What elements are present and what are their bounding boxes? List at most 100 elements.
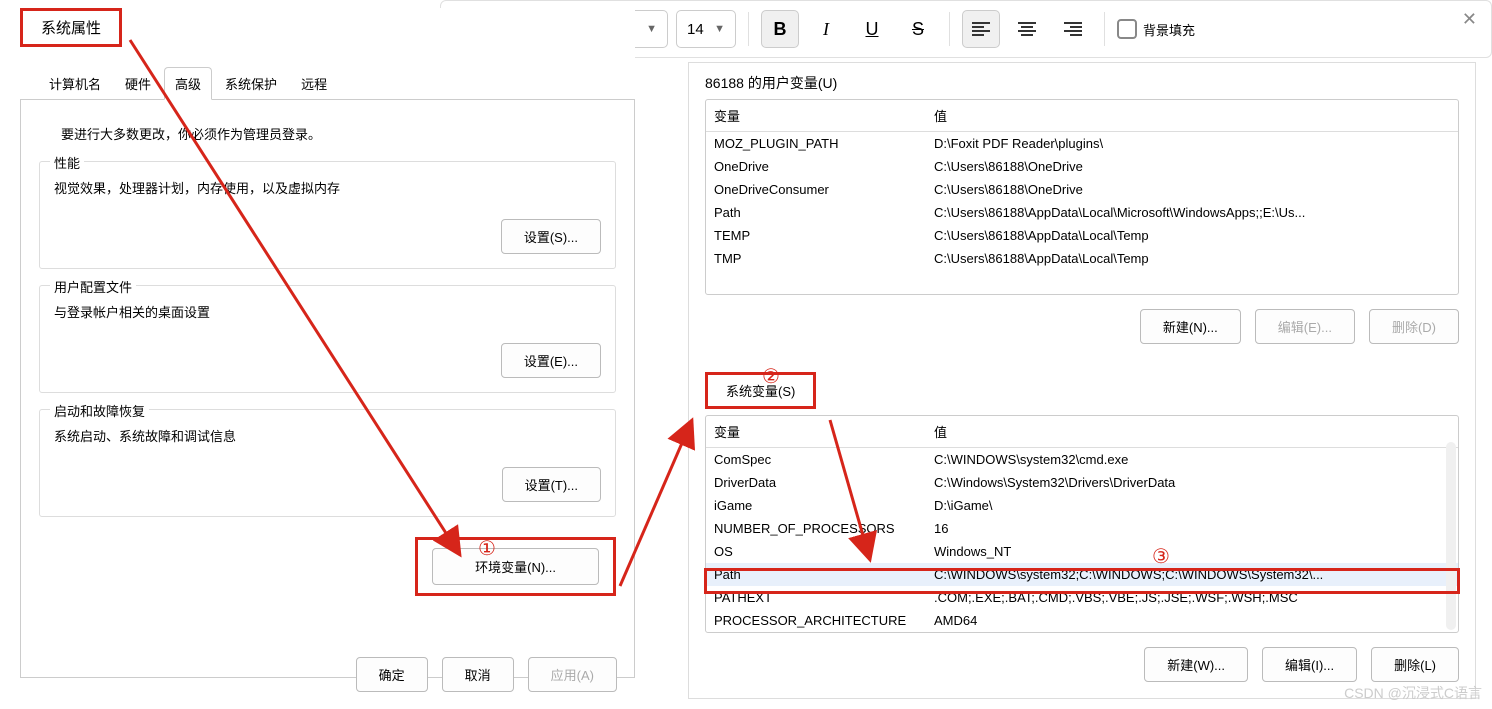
var-value: .COM;.EXE;.BAT;.CMD;.VBS;.VBE;.JS;.JSE;.… <box>934 590 1450 605</box>
var-value: D:\iGame\ <box>934 498 1450 513</box>
var-name: Path <box>714 205 934 220</box>
list-row[interactable]: TEMPC:\Users\86188\AppData\Local\Temp <box>706 224 1458 247</box>
underline-button[interactable]: U <box>853 10 891 48</box>
var-value: 16 <box>934 521 1450 536</box>
align-center-button[interactable] <box>1008 10 1046 48</box>
var-value: D:\Foxit PDF Reader\plugins\ <box>934 136 1450 151</box>
performance-desc: 视觉效果，处理器计划，内存使用，以及虚拟内存 <box>54 178 601 197</box>
env-var-highlight: 环境变量(N)... <box>415 537 616 596</box>
header-value: 值 <box>934 422 1450 441</box>
var-name: ComSpec <box>714 452 934 467</box>
list-header: 变量 值 <box>706 416 1458 448</box>
performance-settings-button[interactable]: 设置(S)... <box>501 219 601 254</box>
dialog-title: 系统属性 <box>20 8 122 47</box>
var-value: AMD64 <box>934 613 1450 628</box>
chevron-down-icon: ▼ <box>714 23 725 35</box>
var-value: Windows_NT <box>934 544 1450 559</box>
strikethrough-button[interactable]: S <box>899 10 937 48</box>
var-name: DriverData <box>714 475 934 490</box>
list-row[interactable]: TMPC:\Users\86188\AppData\Local\Temp <box>706 247 1458 270</box>
system-variables-highlight: 系统变量(S) <box>705 372 816 409</box>
var-name: TMP <box>714 251 934 266</box>
var-value: C:\WINDOWS\system32;C:\WINDOWS;C:\WINDOW… <box>934 567 1450 582</box>
divider <box>949 12 950 46</box>
system-variables-label: 系统变量(S) <box>726 384 795 399</box>
close-icon[interactable]: ✕ <box>1462 9 1477 30</box>
sys-delete-button[interactable]: 删除(L) <box>1371 647 1459 682</box>
list-row[interactable]: NUMBER_OF_PROCESSORS16 <box>706 517 1458 540</box>
apply-button[interactable]: 应用(A) <box>528 657 617 692</box>
var-name: OneDrive <box>714 159 934 174</box>
startup-recovery-group: 启动和故障恢复 系统启动、系统故障和调试信息 设置(T)... <box>39 409 616 517</box>
user-variables-label: 86188 的用户变量(U) <box>705 73 1459 93</box>
tab-system-protection[interactable]: 系统保护 <box>214 67 288 100</box>
list-row[interactable]: OSWindows_NT <box>706 540 1458 563</box>
header-value: 值 <box>934 106 1450 125</box>
startup-recovery-title: 启动和故障恢复 <box>50 401 149 420</box>
var-value: C:\Users\86188\OneDrive <box>934 159 1450 174</box>
user-new-button[interactable]: 新建(N)... <box>1140 309 1241 344</box>
sys-new-button[interactable]: 新建(W)... <box>1144 647 1248 682</box>
environment-variables-dialog: 86188 的用户变量(U) 变量 值 MOZ_PLUGIN_PATHD:\Fo… <box>688 62 1476 699</box>
startup-recovery-settings-button[interactable]: 设置(T)... <box>502 467 601 502</box>
list-row[interactable]: ComSpecC:\WINDOWS\system32\cmd.exe <box>706 448 1458 471</box>
var-value: C:\Users\86188\AppData\Local\Temp <box>934 251 1450 266</box>
dialog-buttons: 确定 取消 应用(A) <box>356 657 617 692</box>
user-variables-list[interactable]: 变量 值 MOZ_PLUGIN_PATHD:\Foxit PDF Reader\… <box>705 99 1459 295</box>
font-size-select[interactable]: 14 ▼ <box>676 10 736 48</box>
tab-computer-name[interactable]: 计算机名 <box>38 67 112 100</box>
divider <box>1104 12 1105 46</box>
list-row[interactable]: PATHEXT.COM;.EXE;.BAT;.CMD;.VBS;.VBE;.JS… <box>706 586 1458 609</box>
italic-button[interactable]: I <box>807 10 845 48</box>
user-button-row: 新建(N)... 编辑(E)... 删除(D) <box>705 309 1459 344</box>
startup-recovery-desc: 系统启动、系统故障和调试信息 <box>54 426 601 445</box>
tab-remote[interactable]: 远程 <box>290 67 338 100</box>
align-left-button[interactable] <box>962 10 1000 48</box>
var-name: OS <box>714 544 934 559</box>
user-profile-settings-button[interactable]: 设置(E)... <box>501 343 601 378</box>
list-row[interactable]: MOZ_PLUGIN_PATHD:\Foxit PDF Reader\plugi… <box>706 132 1458 155</box>
align-center-icon <box>1018 21 1036 37</box>
list-row[interactable]: OneDriveConsumerC:\Users\86188\OneDrive <box>706 178 1458 201</box>
user-edit-button[interactable]: 编辑(E)... <box>1255 309 1355 344</box>
background-fill-toggle[interactable]: 背景填充 <box>1117 19 1195 39</box>
var-value: C:\Users\86188\AppData\Local\Temp <box>934 228 1450 243</box>
var-value: C:\Windows\System32\Drivers\DriverData <box>934 475 1450 490</box>
var-name: NUMBER_OF_PROCESSORS <box>714 521 934 536</box>
bold-button[interactable]: B <box>761 10 799 48</box>
environment-variables-button[interactable]: 环境变量(N)... <box>432 548 599 585</box>
performance-group: 性能 视觉效果，处理器计划，内存使用，以及虚拟内存 设置(S)... <box>39 161 616 269</box>
user-delete-button[interactable]: 删除(D) <box>1369 309 1459 344</box>
sys-button-row: 新建(W)... 编辑(I)... 删除(L) <box>705 647 1459 682</box>
advanced-panel: 要进行大多数更改，你必须作为管理员登录。 性能 视觉效果，处理器计划，内存使用，… <box>20 100 635 678</box>
cancel-button[interactable]: 取消 <box>442 657 514 692</box>
divider <box>748 12 749 46</box>
var-name: Path <box>714 567 934 582</box>
align-left-icon <box>972 21 990 37</box>
tab-strip: 计算机名 硬件 高级 系统保护 远程 <box>20 67 635 100</box>
tab-hardware[interactable]: 硬件 <box>114 67 162 100</box>
header-variable: 变量 <box>714 106 934 125</box>
header-variable: 变量 <box>714 422 934 441</box>
align-right-button[interactable] <box>1054 10 1092 48</box>
var-value: C:\Users\86188\AppData\Local\Microsoft\W… <box>934 205 1450 220</box>
performance-title: 性能 <box>50 153 84 172</box>
user-profile-title: 用户配置文件 <box>50 277 136 296</box>
list-row[interactable]: PathC:\WINDOWS\system32;C:\WINDOWS;C:\WI… <box>706 563 1458 586</box>
var-name: PATHEXT <box>714 590 934 605</box>
tab-advanced[interactable]: 高级 <box>164 67 212 100</box>
list-row[interactable]: OneDriveC:\Users\86188\OneDrive <box>706 155 1458 178</box>
ok-button[interactable]: 确定 <box>356 657 428 692</box>
list-header: 变量 值 <box>706 100 1458 132</box>
list-row[interactable]: PathC:\Users\86188\AppData\Local\Microso… <box>706 201 1458 224</box>
var-name: OneDriveConsumer <box>714 182 934 197</box>
checkbox-icon <box>1117 19 1137 39</box>
var-name: MOZ_PLUGIN_PATH <box>714 136 934 151</box>
user-profile-desc: 与登录帐户相关的桌面设置 <box>54 302 601 321</box>
list-row[interactable]: DriverDataC:\Windows\System32\Drivers\Dr… <box>706 471 1458 494</box>
list-row[interactable]: PROCESSOR_ARCHITECTUREAMD64 <box>706 609 1458 632</box>
sys-edit-button[interactable]: 编辑(I)... <box>1262 647 1357 682</box>
user-profile-group: 用户配置文件 与登录帐户相关的桌面设置 设置(E)... <box>39 285 616 393</box>
list-row[interactable]: iGameD:\iGame\ <box>706 494 1458 517</box>
system-variables-list[interactable]: 变量 值 ComSpecC:\WINDOWS\system32\cmd.exeD… <box>705 415 1459 633</box>
